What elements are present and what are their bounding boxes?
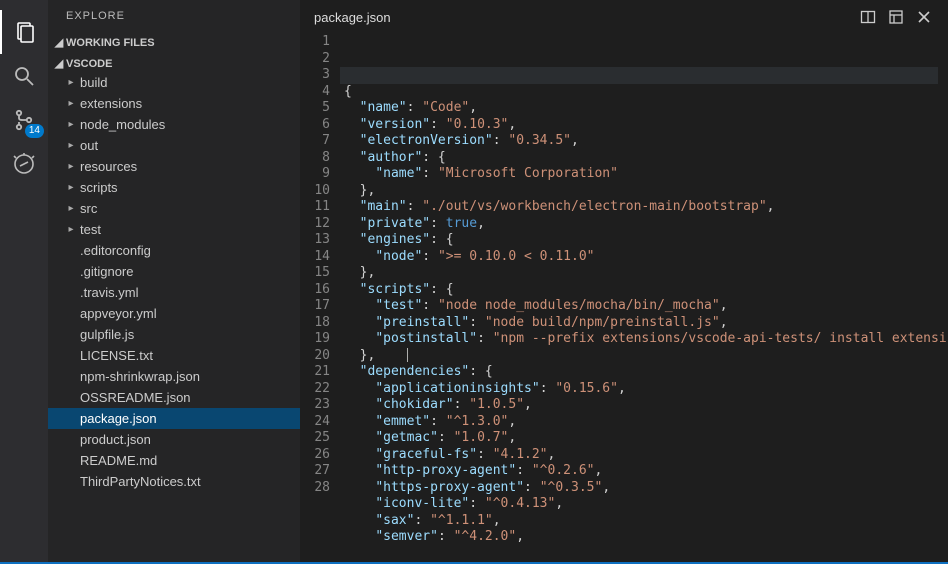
tree-folder[interactable]: ▸test	[48, 219, 300, 240]
sidebar: EXPLORE ◢ WORKING FILES ◢ VSCODE ▸build▸…	[48, 0, 300, 562]
tree-file[interactable]: gulpfile.js	[48, 324, 300, 345]
project-label: VSCODE	[66, 58, 112, 70]
current-line-highlight	[340, 67, 948, 84]
file-label: README.md	[78, 453, 157, 468]
tree-folder[interactable]: ▸out	[48, 135, 300, 156]
file-tree: ▸build▸extensions▸node_modules▸out▸resou…	[48, 72, 300, 492]
tree-file[interactable]: .editorconfig	[48, 240, 300, 261]
working-files-header[interactable]: ◢ WORKING FILES	[48, 34, 300, 51]
tree-folder[interactable]: ▸node_modules	[48, 114, 300, 135]
tree-folder[interactable]: ▸build	[48, 72, 300, 93]
chevron-right-icon: ▸	[64, 182, 78, 193]
folder-label: build	[78, 75, 107, 90]
tree-folder[interactable]: ▸resources	[48, 156, 300, 177]
editor-tab-bar: package.json	[300, 0, 948, 34]
search-icon[interactable]	[0, 54, 48, 98]
chevron-right-icon: ▸	[64, 203, 78, 214]
split-editor-icon[interactable]	[854, 3, 882, 31]
tree-file[interactable]: product.json	[48, 429, 300, 450]
tree-folder[interactable]: ▸src	[48, 198, 300, 219]
scm-badge: 14	[25, 124, 44, 138]
source-control-icon[interactable]: 14	[0, 98, 48, 142]
chevron-right-icon: ▸	[64, 119, 78, 130]
chevron-right-icon: ▸	[64, 77, 78, 88]
working-files-label: WORKING FILES	[66, 37, 155, 49]
more-actions-icon[interactable]	[882, 3, 910, 31]
tree-file[interactable]: .travis.yml	[48, 282, 300, 303]
file-label: appveyor.yml	[78, 306, 157, 321]
tree-file[interactable]: ThirdPartyNotices.txt	[48, 471, 300, 492]
folder-label: test	[78, 222, 101, 237]
folder-label: out	[78, 138, 98, 153]
folder-label: extensions	[78, 96, 142, 111]
tree-folder[interactable]: ▸scripts	[48, 177, 300, 198]
project-header[interactable]: ◢ VSCODE	[48, 55, 300, 72]
chevron-right-icon: ▸	[64, 161, 78, 172]
explorer-icon[interactable]	[0, 10, 48, 54]
chevron-right-icon: ▸	[64, 224, 78, 235]
tree-file[interactable]: OSSREADME.json	[48, 387, 300, 408]
code-lines[interactable]: { "name": "Code", "version": "0.10.3", "…	[340, 34, 948, 562]
file-label: ThirdPartyNotices.txt	[78, 474, 201, 489]
folder-label: node_modules	[78, 117, 165, 132]
chevron-right-icon: ▸	[64, 98, 78, 109]
tree-file[interactable]: npm-shrinkwrap.json	[48, 366, 300, 387]
text-cursor	[407, 348, 408, 362]
file-label: OSSREADME.json	[78, 390, 191, 405]
line-gutter: 1234567891011121314151617181920212223242…	[300, 34, 340, 562]
tree-folder[interactable]: ▸extensions	[48, 93, 300, 114]
file-label: package.json	[78, 411, 157, 426]
tree-file[interactable]: appveyor.yml	[48, 303, 300, 324]
folder-label: scripts	[78, 180, 118, 195]
sidebar-title: EXPLORE	[48, 0, 300, 32]
chevron-down-icon: ◢	[52, 36, 66, 49]
tree-file[interactable]: .gitignore	[48, 261, 300, 282]
activity-bar: 14	[0, 0, 48, 562]
file-label: npm-shrinkwrap.json	[78, 369, 200, 384]
file-label: .editorconfig	[78, 243, 151, 258]
folder-label: src	[78, 201, 97, 216]
tree-file[interactable]: package.json	[48, 408, 300, 429]
file-label: .travis.yml	[78, 285, 139, 300]
tree-file[interactable]: README.md	[48, 450, 300, 471]
close-icon[interactable]	[910, 3, 938, 31]
file-label: LICENSE.txt	[78, 348, 153, 363]
code-editor[interactable]: 1234567891011121314151617181920212223242…	[300, 34, 948, 562]
file-label: .gitignore	[78, 264, 133, 279]
editor-group: package.json 123456789101112131415161718…	[300, 0, 948, 562]
editor-tab[interactable]: package.json	[310, 10, 854, 25]
chevron-right-icon: ▸	[64, 140, 78, 151]
file-label: product.json	[78, 432, 151, 447]
tree-file[interactable]: LICENSE.txt	[48, 345, 300, 366]
chevron-down-icon: ◢	[52, 57, 66, 70]
file-label: gulpfile.js	[78, 327, 134, 342]
debug-icon[interactable]	[0, 142, 48, 186]
folder-label: resources	[78, 159, 137, 174]
